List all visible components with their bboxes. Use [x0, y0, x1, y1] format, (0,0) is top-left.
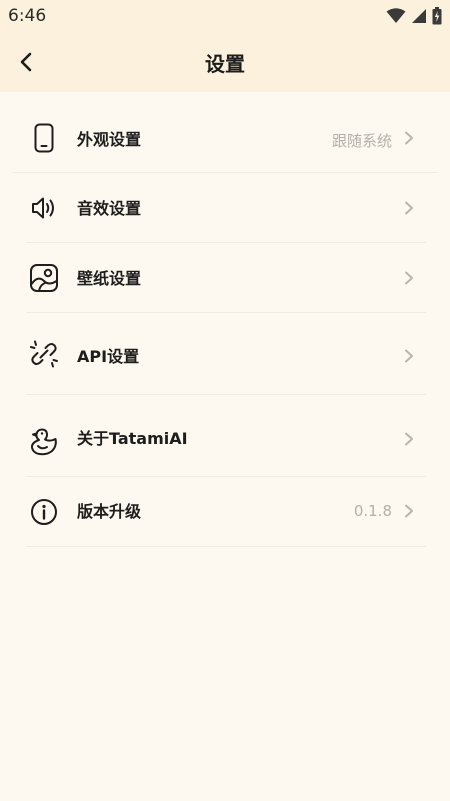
status-time: 6:46	[8, 6, 47, 26]
duck-icon	[29, 427, 59, 457]
speaker-icon	[29, 193, 59, 223]
settings-item-label: 版本升级	[77, 502, 142, 521]
settings-item-value: 跟随系统	[331, 132, 392, 150]
settings-item-appearance[interactable]: 外观设置 跟随系统	[0, 92, 450, 173]
settings-item-api[interactable]: API设置	[0, 313, 450, 395]
chevron-right-icon	[405, 349, 413, 363]
info-icon	[29, 497, 59, 527]
wifi-icon	[386, 8, 406, 23]
chevron-right-icon	[405, 432, 413, 446]
divider	[26, 546, 426, 547]
signal-icon	[412, 9, 426, 23]
settings-list: 外观设置 跟随系统 音效设置 壁纸设置 API设置 关于TatamiAI 版本升…	[0, 92, 450, 547]
page-title: 设置	[205, 52, 245, 76]
image-icon	[29, 263, 59, 293]
broken-link-icon	[29, 339, 59, 369]
settings-item-label: API设置	[77, 347, 140, 366]
settings-item-version[interactable]: 版本升级 0.1.8	[0, 477, 450, 547]
status-icons	[386, 7, 442, 25]
status-bar: 6:46	[0, 0, 450, 32]
battery-icon	[432, 7, 442, 25]
chevron-right-icon	[405, 504, 413, 518]
chevron-right-icon	[405, 131, 413, 145]
settings-item-about[interactable]: 关于TatamiAI	[0, 395, 450, 477]
settings-item-sound[interactable]: 音效设置	[0, 173, 450, 243]
settings-item-label: 音效设置	[77, 199, 142, 218]
settings-item-label: 外观设置	[77, 130, 142, 149]
settings-item-label: 关于TatamiAI	[77, 429, 188, 448]
chevron-right-icon	[405, 201, 413, 215]
app-bar: 设置	[0, 32, 450, 92]
phone-icon	[29, 123, 59, 153]
settings-item-value: 0.1.8	[353, 502, 392, 520]
settings-item-wallpaper[interactable]: 壁纸设置	[0, 243, 450, 313]
chevron-right-icon	[405, 271, 413, 285]
settings-item-label: 壁纸设置	[77, 269, 142, 288]
